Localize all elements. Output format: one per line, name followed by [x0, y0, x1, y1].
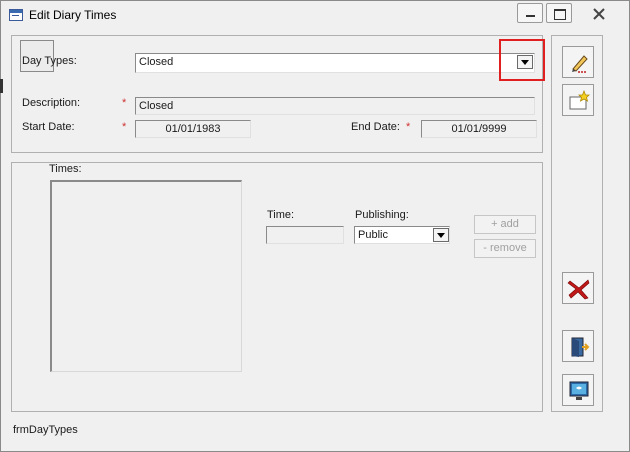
form-name-label: frmDayTypes: [13, 424, 78, 436]
delete-icon: [567, 279, 590, 300]
form-body: Day Types: Closed Description: * Closed …: [3, 29, 627, 449]
time-input[interactable]: [266, 226, 344, 244]
help-monitor-icon: [569, 381, 589, 400]
form-icon: [9, 9, 23, 21]
edit-button[interactable]: [562, 46, 594, 78]
close-icon[interactable]: [579, 3, 619, 23]
exit-door-icon: [571, 337, 590, 357]
publishing-value: Public: [358, 229, 388, 241]
description-value: Closed: [139, 100, 174, 112]
maximize-icon[interactable]: [546, 3, 572, 23]
end-date-required-mark: *: [406, 121, 411, 133]
start-date-label: Start Date:: [22, 121, 75, 133]
description-required-mark: *: [122, 97, 127, 109]
title-bar: Edit Diary Times: [1, 1, 629, 29]
publishing-dropdown-icon[interactable]: [433, 228, 449, 242]
day-types-value: Closed: [139, 56, 174, 68]
details-section: Day Types: Closed Description: * Closed …: [11, 35, 545, 153]
edit-pencil-icon: [572, 55, 588, 73]
help-button[interactable]: [562, 374, 594, 406]
end-date-field[interactable]: 01/01/9999: [421, 120, 537, 138]
window-title: Edit Diary Times: [29, 8, 117, 22]
delete-button[interactable]: [562, 272, 594, 304]
times-section: Times: Time: Publishing: Public + add - …: [11, 162, 543, 412]
times-listbox[interactable]: [50, 180, 242, 372]
new-record-button[interactable]: [562, 84, 594, 116]
time-label: Time:: [267, 209, 295, 221]
end-date-value: 01/01/9999: [451, 123, 507, 135]
new-record-icon: [569, 89, 590, 110]
start-date-value: 01/01/1983: [165, 123, 221, 135]
day-types-label: Day Types:: [22, 55, 77, 67]
exit-button[interactable]: [562, 330, 594, 362]
add-time-button[interactable]: + add: [474, 215, 536, 234]
left-edge-marker: [0, 79, 3, 93]
start-date-field[interactable]: 01/01/1983: [135, 120, 251, 138]
edit-diary-times-window: Edit Diary Times Day Types: Closed Descr…: [0, 0, 630, 452]
start-date-required-mark: *: [122, 121, 127, 133]
day-types-combo[interactable]: Closed: [135, 53, 535, 73]
description-field[interactable]: Closed: [135, 97, 535, 115]
minimize-icon[interactable]: [517, 3, 543, 23]
description-label: Description:: [22, 97, 81, 109]
times-label: Times:: [49, 163, 82, 175]
end-date-label: End Date:: [351, 121, 400, 133]
highlight-box: [499, 39, 545, 81]
action-toolbar: [551, 35, 603, 412]
remove-time-button[interactable]: - remove: [474, 239, 536, 258]
publishing-label: Publishing:: [355, 209, 409, 221]
